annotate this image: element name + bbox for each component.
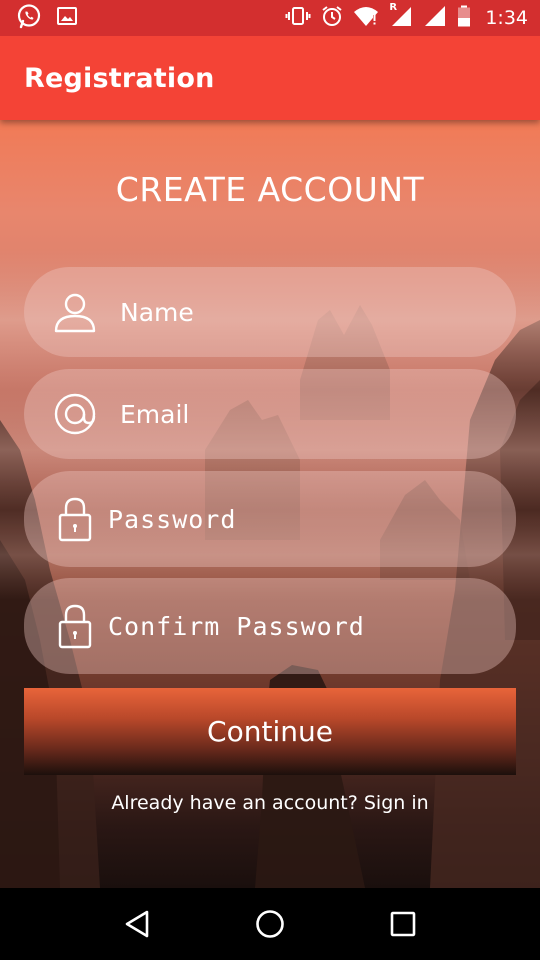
vibrate-icon: [285, 5, 311, 32]
email-field[interactable]: Email: [24, 369, 516, 459]
create-account-heading: CREATE ACCOUNT: [115, 170, 425, 209]
roaming-label: R: [389, 1, 398, 13]
confirm-password-field[interactable]: Confirm Password: [24, 578, 516, 674]
email-placeholder: Email: [120, 399, 190, 429]
lock-icon: [52, 603, 98, 649]
registration-screen: R 1:34 Registration CREATE ACCOUNT Name …: [0, 0, 540, 960]
battery-icon: [457, 5, 471, 32]
signal-icon: [423, 5, 447, 32]
name-field[interactable]: Name: [24, 267, 516, 357]
lock-icon: [52, 496, 98, 542]
home-circle-icon[interactable]: [240, 894, 300, 954]
system-nav-bar: [0, 888, 540, 960]
person-icon: [52, 289, 98, 335]
recents-square-icon[interactable]: [373, 894, 433, 954]
back-triangle-icon[interactable]: [107, 894, 167, 954]
sign-in-link[interactable]: Already have an account? Sign in: [0, 792, 540, 814]
status-bar: R 1:34: [0, 0, 540, 36]
signal-roaming-icon: R: [389, 1, 413, 32]
gallery-icon: [56, 5, 78, 32]
alarm-icon: [321, 5, 343, 32]
wifi-icon: [353, 5, 379, 32]
confirm-password-placeholder: Confirm Password: [108, 611, 365, 641]
status-time: 1:34: [485, 7, 528, 29]
whatsapp-icon: [16, 3, 42, 34]
at-sign-icon: [52, 391, 98, 437]
app-bar: Registration: [0, 36, 540, 120]
continue-button[interactable]: Continue: [24, 688, 516, 775]
name-placeholder: Name: [120, 297, 194, 327]
page-title: Registration: [24, 62, 215, 94]
password-field[interactable]: Password: [24, 471, 516, 567]
password-placeholder: Password: [108, 504, 237, 534]
